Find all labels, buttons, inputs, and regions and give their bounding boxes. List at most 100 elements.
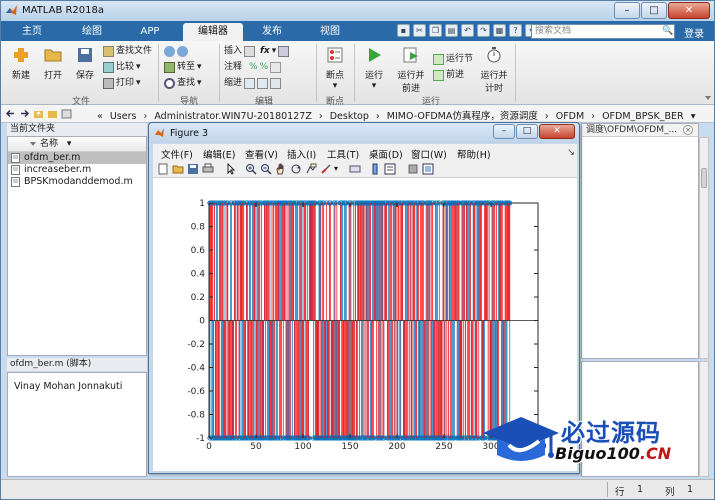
compare-dropdown-icon[interactable]: ▾ [136, 61, 141, 74]
comment-button[interactable]: 注释 % % [224, 61, 282, 74]
run-button[interactable]: 运行 ▾ [359, 46, 389, 91]
tab-plots[interactable]: 绘图 [67, 23, 117, 41]
root-folder-icon[interactable] [61, 108, 72, 119]
back-forward-button[interactable] [164, 45, 188, 58]
increase-indent-icon[interactable] [257, 78, 269, 89]
breadcrumb-sep[interactable]: › [545, 111, 549, 122]
run-section-button[interactable]: 运行节 [433, 53, 473, 66]
breadcrumb-sep[interactable]: › [376, 111, 380, 122]
breakpoints-dropdown-icon[interactable]: ▾ [321, 81, 349, 91]
percent-comment-icon[interactable]: % [249, 61, 258, 74]
print-button[interactable]: 打印 ▾ [103, 77, 141, 90]
menu-tools[interactable]: 工具(T) [327, 147, 359, 161]
figure-close-button[interactable]: ✕ [539, 124, 575, 139]
zoom-out-icon[interactable] [260, 163, 272, 175]
save-quick-icon[interactable]: ▪ [397, 24, 410, 37]
hide-plot-tools-icon[interactable] [407, 163, 419, 175]
find-files-button[interactable]: 查找文件 [103, 45, 152, 58]
login-link[interactable]: 登录 [684, 25, 704, 40]
zoom-in-icon[interactable] [245, 163, 257, 175]
open-file-icon[interactable] [172, 163, 184, 175]
save-figure-icon[interactable] [187, 163, 199, 175]
help-quick-icon[interactable]: ? [509, 24, 522, 37]
figure-title-bar[interactable]: Figure 3 – □ ✕ [149, 123, 579, 143]
name-column-header[interactable]: 名称 ▾ [8, 137, 146, 152]
tab-home[interactable]: 主页 [11, 23, 53, 41]
tab-publish[interactable]: 发布 [249, 23, 295, 41]
brush-icon[interactable] [320, 163, 332, 175]
forward-icon[interactable] [19, 108, 30, 119]
fx-dropdown-icon[interactable]: ▾ [272, 45, 277, 58]
rotate-3d-icon[interactable] [290, 163, 302, 175]
cut-quick-icon[interactable]: ✂ [413, 24, 426, 37]
menu-desktop[interactable]: 桌面(D) [369, 147, 403, 161]
new-button[interactable]: 新建 [7, 46, 35, 81]
open-button[interactable]: 打开 [39, 46, 67, 81]
uncomment-icon[interactable]: % [260, 61, 269, 74]
switch-windows-icon[interactable]: ▦ [493, 24, 506, 37]
tab-view[interactable]: 视图 [307, 23, 353, 41]
redo-quick-icon[interactable]: ↷ [477, 24, 490, 37]
data-cursor-icon[interactable] [305, 163, 317, 175]
menu-window[interactable]: 窗口(W) [411, 147, 447, 161]
maximize-button[interactable]: □ [641, 2, 667, 19]
run-and-time-button[interactable]: 运行并 计时 [477, 46, 511, 94]
print-dropdown-icon[interactable]: ▾ [136, 77, 141, 90]
file-row-increaseber[interactable]: increaseber.m [8, 164, 146, 176]
figure-maximize-button[interactable]: □ [516, 124, 538, 139]
goto-dropdown-icon[interactable]: ▾ [197, 61, 202, 74]
ribbon-collapse-icon[interactable] [705, 96, 711, 100]
edit-plot-arrow-icon[interactable] [225, 163, 237, 175]
breadcrumb-overflow[interactable]: « [97, 111, 103, 122]
tab-apps[interactable]: APP [125, 23, 175, 41]
find-dropdown-icon[interactable]: ▾ [197, 77, 202, 90]
brush-dropdown-icon[interactable]: ▾ [334, 163, 346, 175]
insert-legend-icon[interactable] [384, 163, 396, 175]
pan-hand-icon[interactable] [275, 163, 287, 175]
find-button[interactable]: 查找 ▾ [164, 77, 202, 90]
back-icon[interactable] [5, 108, 16, 119]
editor-vertical-scrollbar[interactable] [699, 137, 709, 359]
search-documentation-input[interactable]: 搜索文档 [531, 24, 675, 39]
menu-dock-arrow-icon[interactable]: ↘ [567, 147, 575, 158]
breadcrumb-sep[interactable]: › [143, 111, 147, 122]
save-button[interactable]: 保存 [71, 46, 99, 81]
menu-edit[interactable]: 编辑(E) [203, 147, 235, 161]
undo-quick-icon[interactable]: ↶ [461, 24, 474, 37]
wrap-comments-icon[interactable] [270, 62, 282, 73]
menu-insert[interactable]: 插入(I) [287, 147, 316, 161]
indent-button[interactable]: 缩进 [224, 77, 282, 90]
breadcrumb-users[interactable]: Users [110, 111, 137, 122]
search-icon[interactable]: 🔍 [662, 26, 673, 36]
column-sort-icon[interactable]: ▾ [67, 139, 72, 149]
menu-view[interactable]: 查看(V) [245, 147, 278, 161]
breadcrumb-ofdm-bpsk-ber[interactable]: OFDM_BPSK_BER [602, 111, 684, 122]
insert-button[interactable]: 插入 fx ▾ [224, 45, 290, 58]
figure-minimize-button[interactable]: – [493, 124, 515, 139]
compare-button[interactable]: 比较 ▾ [103, 61, 141, 74]
show-plot-tools-icon[interactable] [422, 163, 434, 175]
breadcrumb-sep[interactable]: › [319, 111, 323, 122]
breadcrumb-administrator[interactable]: Administrator.WIN7U-20180127Z [154, 111, 312, 122]
fx-icon[interactable]: fx [260, 45, 270, 58]
file-row-ofdm-ber[interactable]: ofdm_ber.m [8, 152, 146, 164]
breakpoints-button[interactable]: 断点 ▾ [321, 46, 349, 91]
advance-button[interactable]: 前进 [433, 69, 464, 82]
decrease-indent-icon[interactable] [270, 78, 282, 89]
menu-help[interactable]: 帮助(H) [457, 147, 491, 161]
close-button[interactable]: ✕ [668, 2, 710, 19]
breadcrumb-desktop[interactable]: Desktop [330, 111, 369, 122]
minimize-button[interactable]: – [614, 2, 640, 19]
copy-quick-icon[interactable]: ❐ [429, 24, 442, 37]
breadcrumb-dropdown-icon[interactable]: ▾ [691, 111, 696, 122]
scrollbar-thumb[interactable] [701, 168, 707, 188]
up-folder-icon[interactable] [33, 108, 44, 119]
insert-colorbar-icon[interactable] [369, 163, 381, 175]
menu-file[interactable]: 文件(F) [161, 147, 193, 161]
link-plot-icon[interactable] [349, 163, 361, 175]
file-row-bpskmod[interactable]: BPSKmodanddemod.m [8, 176, 146, 188]
new-figure-icon[interactable] [157, 163, 169, 175]
panel-close-icon[interactable]: × [683, 125, 693, 135]
breadcrumb-mimo-folder[interactable]: MIMO-OFDMA仿真程序，资源调度 [387, 111, 538, 122]
tab-editor[interactable]: 编辑器 [183, 23, 243, 41]
